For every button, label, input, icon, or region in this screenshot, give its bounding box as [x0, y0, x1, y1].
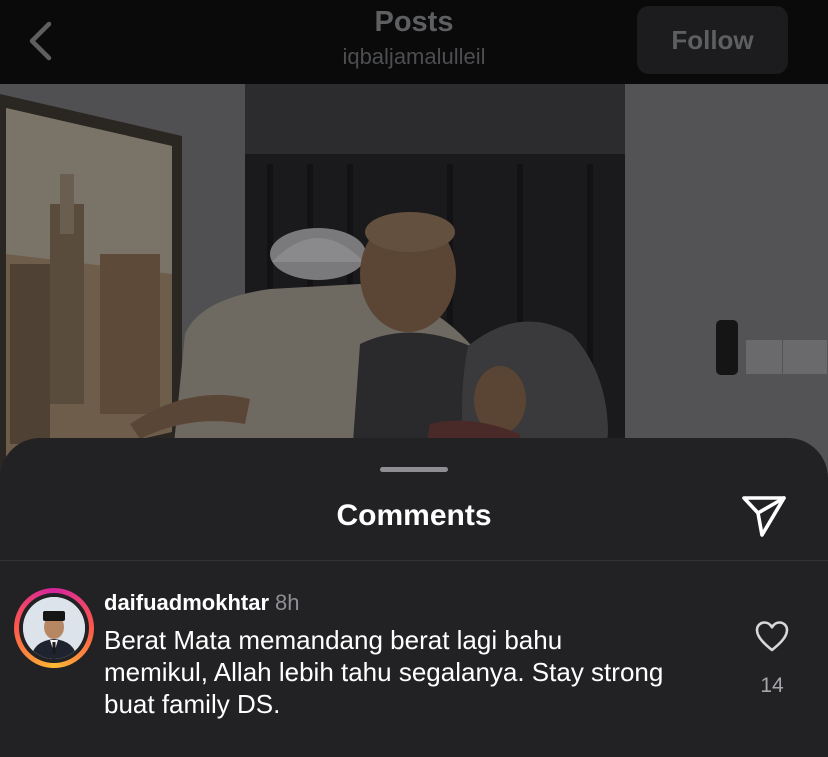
comment-item: daifuadmokhtar 8h Berat Mata memandang be…: [0, 588, 828, 748]
avatar-story-ring[interactable]: [14, 588, 94, 668]
avatar-image: [23, 597, 85, 659]
avatar: [19, 593, 89, 663]
top-nav-bar: Posts iqbaljamalulleil Follow: [0, 0, 828, 84]
sheet-divider: [0, 560, 828, 561]
post-photo[interactable]: [0, 84, 828, 484]
comment-header: daifuadmokhtar 8h: [104, 589, 300, 617]
sheet-drag-handle[interactable]: [380, 467, 448, 472]
chevron-left-icon: [29, 21, 52, 61]
profile-username[interactable]: iqbaljamalulleil: [214, 42, 614, 72]
comments-title: Comments: [336, 499, 492, 532]
post-comments-screen: Posts iqbaljamalulleil Follow Comments d…: [0, 0, 828, 757]
nav-title-group: Posts iqbaljamalulleil: [214, 4, 614, 72]
comment-username[interactable]: daifuadmokhtar: [104, 590, 269, 615]
like-button[interactable]: [752, 618, 792, 654]
back-button[interactable]: [20, 18, 60, 64]
comment-text: Berat Mata memandang berat lagi bahu mem…: [104, 625, 664, 719]
comments-sheet: Comments daifuadmokhtar 8h Berat Mata me…: [0, 438, 828, 757]
follow-button[interactable]: Follow: [637, 6, 788, 74]
post-photo-image: [0, 84, 828, 484]
page-title: Posts: [374, 6, 454, 38]
like-count: 14: [760, 674, 784, 697]
comment-time: 8h: [275, 590, 300, 615]
share-button[interactable]: [740, 492, 788, 540]
paper-plane-icon: [742, 496, 786, 537]
heart-outline-icon: [755, 621, 789, 652]
